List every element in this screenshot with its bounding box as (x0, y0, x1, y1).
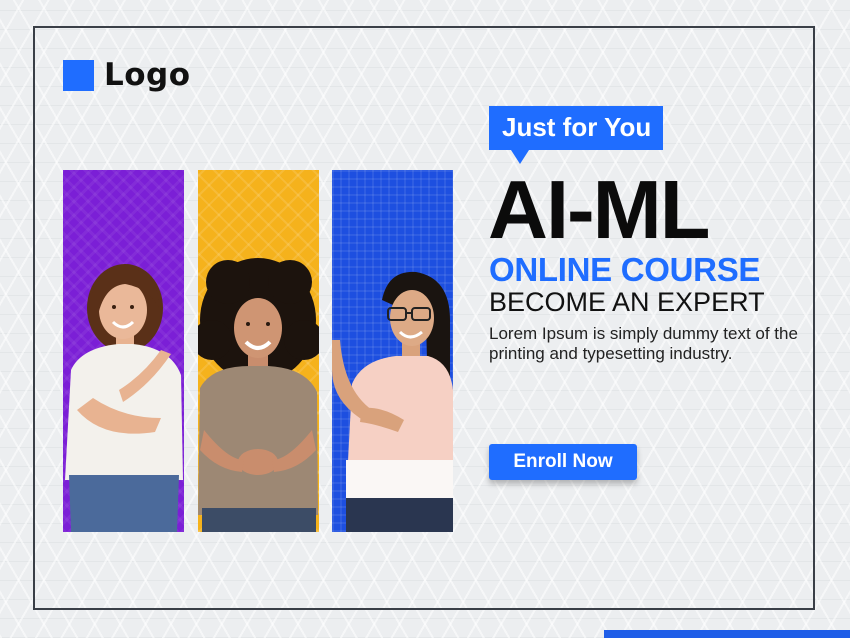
photo-panel-blue (332, 170, 453, 532)
description: Lorem Ipsum is simply dummy text of the … (489, 324, 798, 363)
woman-photo-1 (65, 264, 183, 532)
subheadline: ONLINE COURSE (489, 251, 761, 288)
logo-text: Logo (104, 57, 191, 93)
woman-photo-2 (198, 258, 319, 532)
bottom-accent-bar (604, 630, 850, 638)
photo-panel-purple (63, 170, 184, 532)
logo-mark-icon (63, 59, 94, 91)
speech-tail-icon (511, 150, 529, 164)
tag-label: Just for You (489, 106, 664, 150)
photo-panel-yellow (198, 170, 319, 532)
tag-callout: Just for You (489, 106, 664, 164)
headline: AI-ML (488, 163, 710, 256)
tagline: BECOME AN EXPERT (489, 287, 765, 317)
enroll-now-button[interactable]: Enroll Now (489, 444, 637, 480)
woman-photo-3 (332, 271, 453, 532)
logo[interactable]: Logo (63, 57, 191, 93)
